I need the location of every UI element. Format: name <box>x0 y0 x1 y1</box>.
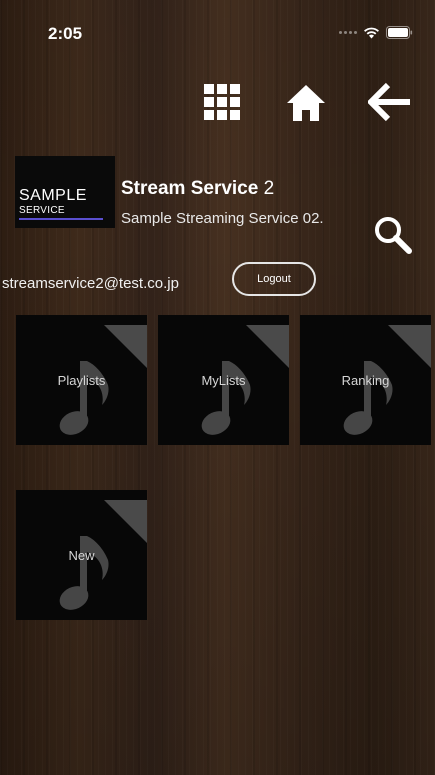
wifi-icon <box>364 27 379 38</box>
logout-button[interactable]: Logout <box>232 262 316 296</box>
tile-label: MyLists <box>201 373 246 388</box>
home-icon[interactable] <box>284 82 328 124</box>
tile-playlists[interactable]: Playlists <box>16 315 147 445</box>
logo-text-sub: SERVICE <box>19 205 65 216</box>
tile-ranking[interactable]: Ranking <box>300 315 431 445</box>
status-indicators <box>339 26 413 39</box>
logo-underline <box>19 218 103 220</box>
tile-new[interactable]: New <box>16 490 147 620</box>
cellular-signal-icon <box>339 31 357 34</box>
service-title-number: 2 <box>263 178 275 199</box>
battery-icon <box>386 26 413 39</box>
tile-mylists[interactable]: MyLists <box>158 315 289 445</box>
service-title: Stream Service 2 <box>121 178 274 200</box>
tile-label: Ranking <box>341 373 390 388</box>
app-screen: 2:05 SAMPLE SERVICE Stream Service 2 Sam… <box>0 0 435 775</box>
service-title-main: Stream Service <box>121 178 259 199</box>
service-description: Sample Streaming Service 02. <box>121 210 324 227</box>
tile-label: New <box>68 548 95 563</box>
tile-label: Playlists <box>57 373 106 388</box>
user-email: streamservice2@test.co.jp <box>2 275 179 292</box>
logo-text-main: SAMPLE <box>19 187 87 204</box>
service-logo: SAMPLE SERVICE <box>15 156 115 228</box>
back-arrow-icon[interactable] <box>368 82 412 122</box>
search-icon[interactable] <box>372 214 414 256</box>
grid-icon[interactable] <box>202 82 242 122</box>
status-time: 2:05 <box>48 24 83 43</box>
